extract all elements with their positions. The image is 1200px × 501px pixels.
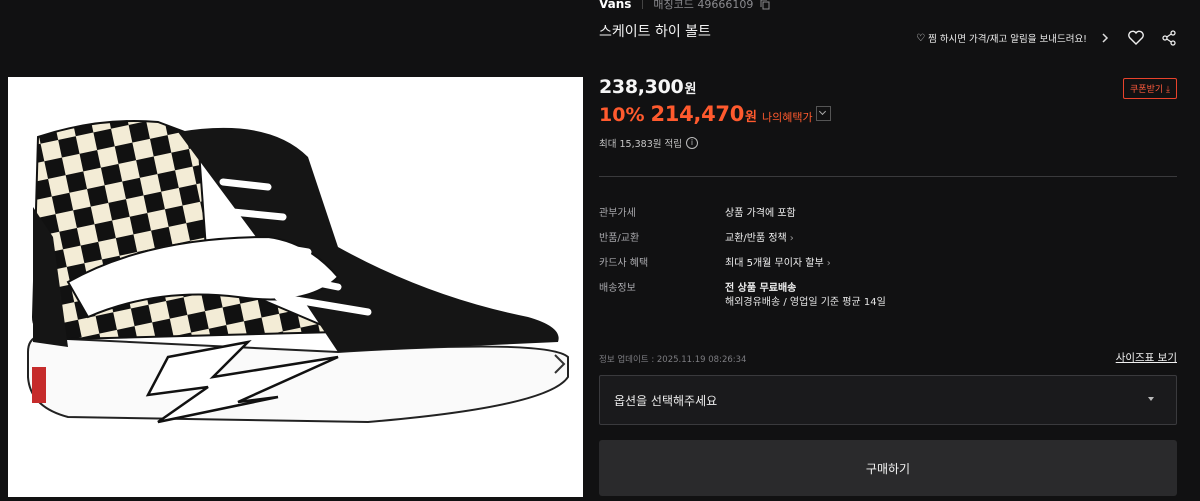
product-info-panel: Vans 매칭코드 49666109 스케이트 하이 볼트 ♡ 찜 하시면 가격… <box>599 0 1177 501</box>
return-policy-link[interactable]: 교환/반품 정책 › <box>725 229 794 244</box>
size-chart-link[interactable]: 사이즈표 보기 <box>1116 350 1177 365</box>
price-alert-link[interactable]: ♡ 찜 하시면 가격/재고 알림을 보내드려요! <box>916 31 1087 46</box>
section-divider <box>599 176 1177 177</box>
detail-key: 반품/교환 <box>599 233 640 244</box>
next-image-arrow-icon[interactable] <box>545 349 573 379</box>
download-icon: ⤓ <box>1166 85 1170 95</box>
chevron-right-icon: › <box>789 233 794 244</box>
brand-name[interactable]: Vans <box>599 0 631 11</box>
price-alert-text: 찜 하시면 가격/재고 알림을 보내드려요! <box>928 34 1087 45</box>
option-placeholder: 옵션을 선택해주세요 <box>614 393 718 408</box>
detail-key: 배송정보 <box>599 283 636 294</box>
buy-button[interactable]: 구매하기 <box>599 440 1177 496</box>
sale-price: 214,470 <box>650 102 745 126</box>
detail-row: 관부가세 상품 가격에 포함 <box>599 204 886 229</box>
sale-price-row: 10% 214,470 원 나의혜택가 <box>599 102 831 126</box>
code-label: 매칭코드 <box>653 0 694 11</box>
divider <box>641 0 643 9</box>
detail-key: 관부가세 <box>599 208 636 219</box>
option-select[interactable]: 옵션을 선택해주세요 <box>599 375 1177 425</box>
sneaker-illustration <box>27 120 569 424</box>
points-info: 최대 15,383원 적립 i <box>599 136 698 150</box>
detail-key: 카드사 혜택 <box>599 258 649 269</box>
original-price: 238,300원 <box>599 76 696 98</box>
coupon-label: 쿠폰받기 <box>1130 85 1164 95</box>
detail-list: 관부가세 상품 가격에 포함 반품/교환 교환/반품 정책 › 카드사 혜택 최대… <box>599 204 886 308</box>
card-benefit-link[interactable]: 최대 5개월 무이자 할부 › <box>725 254 831 269</box>
product-code: 49666109 <box>697 0 754 11</box>
detail-value: 최대 5개월 무이자 할부 <box>725 258 824 269</box>
benefit-dropdown-icon[interactable] <box>815 106 831 121</box>
share-icon[interactable] <box>1161 30 1177 46</box>
detail-value: 전 상품 무료배송 <box>725 283 797 294</box>
chevron-right-icon[interactable] <box>1101 32 1109 44</box>
chevron-right-icon: › <box>826 258 831 269</box>
caret-down-icon <box>1148 397 1154 401</box>
info-icon[interactable]: i <box>685 137 698 149</box>
sale-currency: 원 <box>745 110 758 125</box>
update-timestamp: 정보 업데이트 : 2025.11.19 08:26:34 <box>599 355 747 365</box>
coupon-button[interactable]: 쿠폰받기 ⤓ <box>1123 78 1177 99</box>
product-title: 스케이트 하이 볼트 <box>599 24 711 40</box>
product-image[interactable] <box>8 77 583 497</box>
detail-value: 상품 가격에 포함 <box>725 208 796 219</box>
points-text: 최대 15,383원 적립 <box>599 139 682 150</box>
detail-row[interactable]: 반품/교환 교환/반품 정책 › <box>599 229 886 254</box>
heart-outline-icon: ♡ <box>916 32 926 44</box>
currency: 원 <box>684 82 697 97</box>
action-bar: ♡ 찜 하시면 가격/재고 알림을 보내드려요! <box>916 30 1177 46</box>
brand-row: Vans 매칭코드 49666109 <box>599 0 770 12</box>
copy-icon[interactable] <box>760 0 770 10</box>
my-benefit-label: 나의혜택가 <box>762 111 813 124</box>
heart-icon[interactable] <box>1127 30 1145 46</box>
original-price-value: 238,300 <box>599 76 684 98</box>
detail-value: 교환/반품 정책 <box>725 233 787 244</box>
shipping-detail: 해외경유배송 / 영업일 기준 평균 14일 <box>725 297 886 308</box>
discount-rate: 10% <box>599 104 645 126</box>
detail-row[interactable]: 카드사 혜택 최대 5개월 무이자 할부 › <box>599 254 886 279</box>
